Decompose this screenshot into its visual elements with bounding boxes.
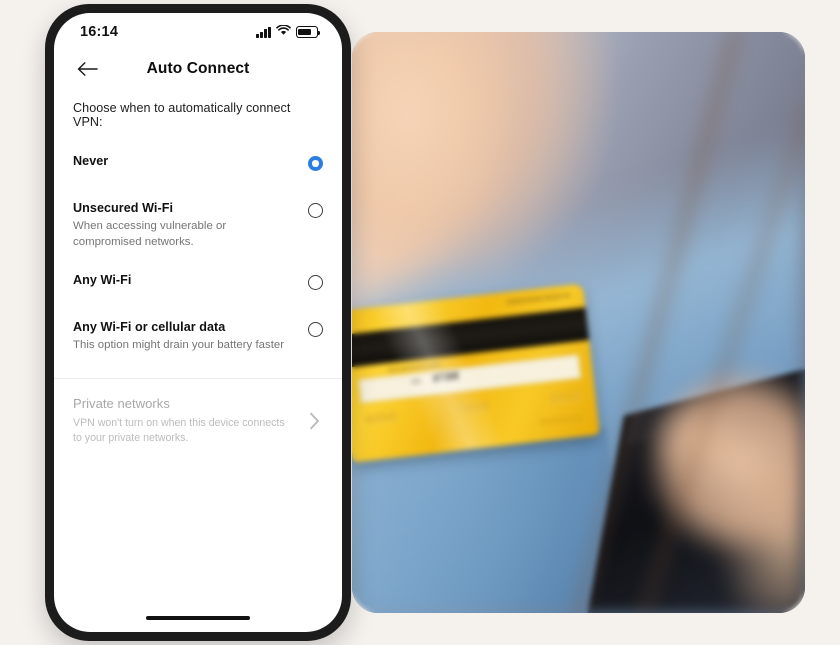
option-any-wifi-or-cellular[interactable]: Any Wi-Fi or cellular data This option m…: [73, 309, 323, 365]
option-text: Any Wi-Fi or cellular data This option m…: [73, 319, 308, 354]
option-text: Unsecured Wi-Fi When accessing vulnerabl…: [73, 200, 308, 251]
option-never[interactable]: Never: [73, 143, 323, 190]
option-unsecured-wifi[interactable]: Unsecured Wi-Fi When accessing vulnerabl…: [73, 190, 323, 262]
status-time: 16:14: [80, 24, 119, 40]
status-bar: 16:14: [54, 13, 342, 47]
photo-bank-card: 24 HOUR ASSISTANCE WWW.XXXXXXXX.XXX 123 …: [352, 283, 600, 463]
option-subtitle: This option might drain your battery fas…: [73, 339, 285, 352]
nav-bar: Auto Connect: [54, 47, 342, 91]
radio-never[interactable]: [308, 156, 323, 171]
wifi-icon: [276, 23, 291, 41]
battery-icon: [296, 26, 321, 38]
option-any-wifi[interactable]: Any Wi-Fi: [73, 262, 323, 309]
back-arrow-icon: [77, 62, 98, 76]
option-text: Never: [73, 153, 308, 169]
phone-mockup: 16:14 Auto Connect Choose when to automa…: [45, 4, 351, 641]
status-icons: [256, 23, 321, 41]
option-text: Any Wi-Fi: [73, 272, 308, 288]
auto-connect-options: Never Unsecured Wi-Fi When accessing vul…: [54, 143, 342, 365]
option-subtitle: When accessing vulnerable or compromised…: [73, 220, 227, 249]
chevron-right-icon[interactable]: [305, 412, 323, 430]
radio-any-wifi-or-cellular[interactable]: [308, 321, 323, 337]
card-sheen: [352, 283, 600, 463]
radio-any-wifi[interactable]: [308, 274, 323, 290]
radio-unsecured-wifi[interactable]: [308, 203, 323, 218]
private-networks-row[interactable]: Private networks VPN won't turn on when …: [54, 379, 342, 446]
home-indicator: [146, 616, 250, 620]
hero-photo: 24 HOUR ASSISTANCE WWW.XXXXXXXX.XXX 123 …: [352, 32, 805, 613]
back-button[interactable]: [72, 54, 102, 84]
option-title: Any Wi-Fi: [73, 272, 132, 287]
signal-bars-icon: [256, 26, 271, 38]
intro-text: Choose when to automatically connect VPN…: [73, 101, 291, 129]
private-networks-text: Private networks VPN won't turn on when …: [73, 396, 305, 446]
option-title: Any Wi-Fi or cellular data: [73, 319, 226, 334]
option-title: Unsecured Wi-Fi: [73, 201, 173, 215]
phone-screen: 16:14 Auto Connect Choose when to automa…: [54, 13, 342, 632]
private-networks-title: Private networks: [73, 395, 170, 411]
private-networks-subtitle: VPN won't turn on when this device conne…: [73, 416, 285, 444]
option-title: Never: [73, 154, 109, 168]
